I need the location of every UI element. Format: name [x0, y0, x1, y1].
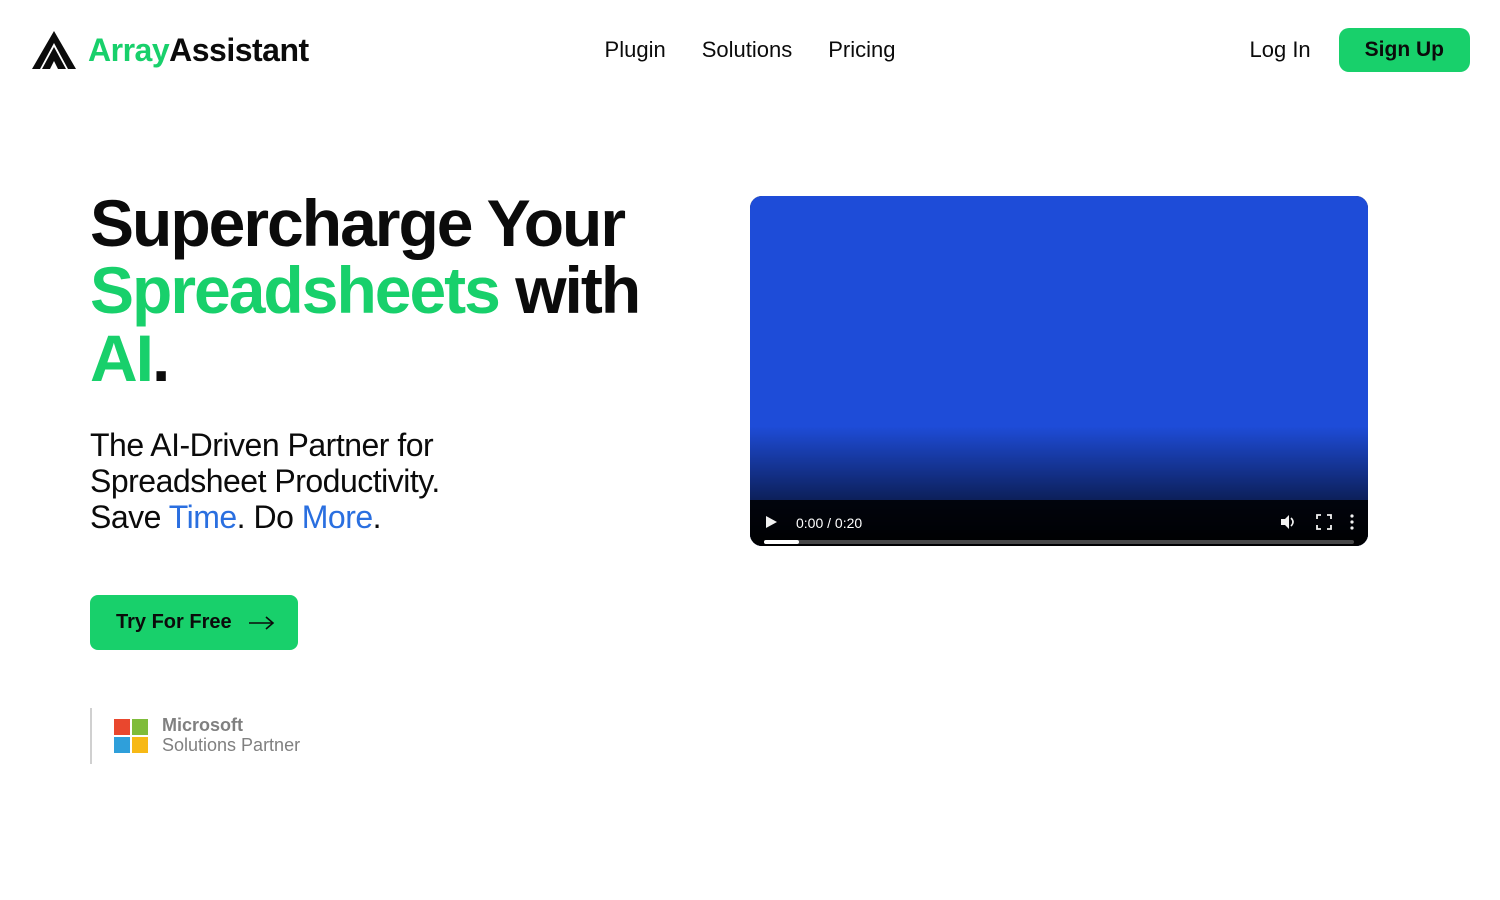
hero-headline-spreadsheets: Spreadsheets: [90, 253, 499, 327]
volume-icon[interactable]: [1280, 514, 1298, 533]
partner-line1: Microsoft: [162, 716, 300, 736]
partner-badge: Microsoft Solutions Partner: [90, 708, 690, 764]
header-auth: Log In Sign Up: [1250, 28, 1471, 72]
nav-plugin[interactable]: Plugin: [605, 37, 666, 63]
more-icon[interactable]: [1350, 514, 1354, 533]
partner-text: Microsoft Solutions Partner: [162, 716, 300, 756]
microsoft-logo-icon: [114, 719, 148, 753]
hero-headline-line1: Supercharge Your: [90, 186, 624, 260]
hero-copy: Supercharge Your Spreadsheets with AI. T…: [90, 190, 690, 764]
hero-sub-save: Save: [90, 499, 169, 535]
fullscreen-icon[interactable]: [1316, 514, 1332, 533]
hero-video[interactable]: 0:00 / 0:20: [750, 196, 1368, 546]
hero-sub-dot: .: [373, 499, 381, 535]
nav-solutions[interactable]: Solutions: [702, 37, 793, 63]
hero-headline-ai: AI: [90, 321, 152, 395]
hero-headline: Supercharge Your Spreadsheets with AI.: [90, 190, 690, 392]
hero-subhead: The AI-Driven Partner for Spreadsheet Pr…: [90, 428, 690, 535]
hero-headline-dot: .: [152, 321, 168, 395]
hero-sub-line1: The AI-Driven Partner for: [90, 427, 433, 463]
video-progress[interactable]: [764, 540, 1354, 544]
brand-wordmark: ArrayAssistant: [88, 32, 309, 69]
try-free-button[interactable]: Try For Free: [90, 595, 298, 650]
hero: Supercharge Your Spreadsheets with AI. T…: [0, 80, 1500, 764]
video-progress-fill: [764, 540, 799, 544]
brand-mark-icon: [30, 29, 78, 71]
nav-pricing[interactable]: Pricing: [828, 37, 895, 63]
hero-sub-more: More: [302, 499, 373, 535]
hero-sub-time: Time: [169, 499, 237, 535]
header: ArrayAssistant Plugin Solutions Pricing …: [0, 0, 1500, 80]
try-free-label: Try For Free: [116, 611, 232, 634]
arrow-right-icon: [248, 616, 276, 630]
brand-logo[interactable]: ArrayAssistant: [30, 29, 309, 71]
partner-line2: Solutions Partner: [162, 736, 300, 756]
signup-button[interactable]: Sign Up: [1339, 28, 1470, 72]
video-time: 0:00 / 0:20: [796, 515, 862, 531]
primary-nav: Plugin Solutions Pricing: [605, 37, 896, 63]
hero-sub-do: . Do: [237, 499, 302, 535]
hero-sub-line2: Spreadsheet Productivity.: [90, 463, 440, 499]
play-icon[interactable]: [764, 515, 778, 532]
hero-headline-with: with: [499, 253, 639, 327]
login-link[interactable]: Log In: [1250, 37, 1311, 63]
